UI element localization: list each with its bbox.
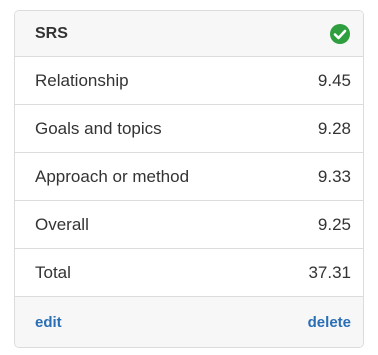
score-row-overall: Overall 9.25 [15, 200, 363, 248]
edit-link[interactable]: edit [35, 314, 62, 331]
score-value: 37.31 [308, 262, 351, 282]
score-row-approach-or-method: Approach or method 9.33 [15, 152, 363, 200]
score-label: Total [35, 262, 71, 282]
score-value: 9.33 [317, 166, 351, 186]
score-row-total: Total 37.31 [15, 248, 363, 296]
srs-panel: SRS Relationship 9.45 Goals and topics 9… [14, 10, 364, 348]
score-value: 9.28 [317, 118, 351, 138]
panel-title: SRS [35, 24, 68, 42]
score-value: 9.45 [317, 70, 351, 90]
score-label: Overall [35, 214, 89, 234]
check-circle-icon [329, 23, 351, 45]
delete-link[interactable]: delete [308, 314, 351, 331]
score-row-goals-and-topics: Goals and topics 9.28 [15, 104, 363, 152]
panel-footer: edit delete [15, 296, 363, 347]
score-value: 9.25 [317, 214, 351, 234]
score-label: Relationship [35, 70, 129, 90]
score-row-relationship: Relationship 9.45 [15, 56, 363, 104]
score-label: Approach or method [35, 166, 190, 186]
score-label: Goals and topics [35, 118, 162, 138]
panel-header: SRS [15, 11, 363, 56]
